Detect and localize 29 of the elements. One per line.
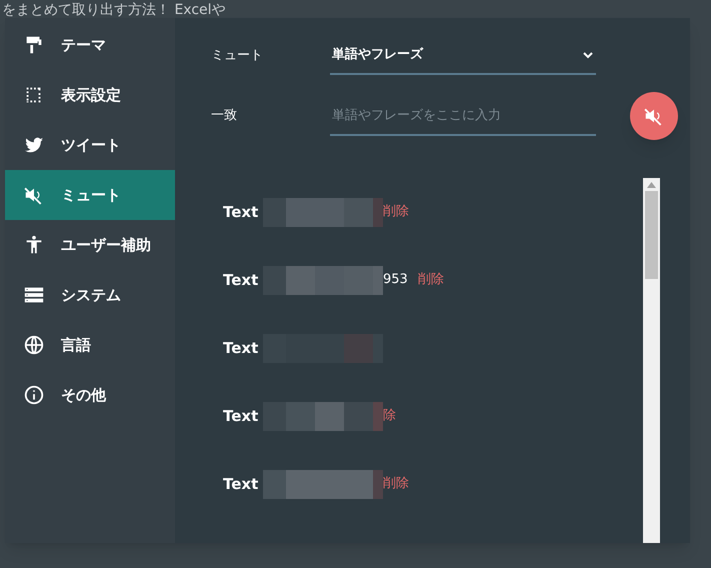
item-label: Text [223, 270, 260, 291]
item-label: Text [223, 406, 260, 427]
sidebar-item[interactable]: ユーザー補助 [5, 220, 175, 270]
sidebar-item[interactable]: ミュート [5, 170, 175, 220]
delete-link[interactable]: 削除 [383, 202, 409, 222]
item-label: Text [223, 338, 260, 359]
globe-icon [23, 334, 45, 356]
phrase-input[interactable]: 単語やフレーズをここに入力 [330, 96, 596, 136]
sidebar-item[interactable]: システム [5, 270, 175, 320]
info-icon [23, 384, 45, 406]
headline: をまとめて取り出す方法！ Excelや [2, 1, 226, 20]
sidebar-item[interactable]: 言語 [5, 320, 175, 370]
sidebar-item[interactable]: 表示設定 [5, 70, 175, 120]
sidebar-item[interactable]: その他 [5, 370, 175, 420]
delete-link[interactable]: 除 [383, 406, 396, 426]
item-label: Text [223, 474, 260, 495]
item-label: Text [223, 202, 260, 223]
mute-button[interactable] [630, 92, 678, 140]
field-label: 一致 [210, 107, 238, 126]
sidebar-item[interactable]: ツイート [5, 120, 175, 170]
delete-link[interactable]: 削除 [418, 270, 444, 290]
delete-link[interactable]: 削除 [383, 474, 409, 494]
scroll-up-icon[interactable] [647, 182, 656, 188]
scrollbar[interactable] [643, 178, 660, 543]
field-label: ミュート [210, 47, 264, 66]
sidebar-item[interactable]: テーマ [5, 20, 175, 70]
scroll-thumb[interactable] [645, 191, 658, 279]
mute-type-dropdown[interactable]: 単語やフレーズ [330, 37, 596, 75]
item-text: 953 [383, 271, 408, 290]
